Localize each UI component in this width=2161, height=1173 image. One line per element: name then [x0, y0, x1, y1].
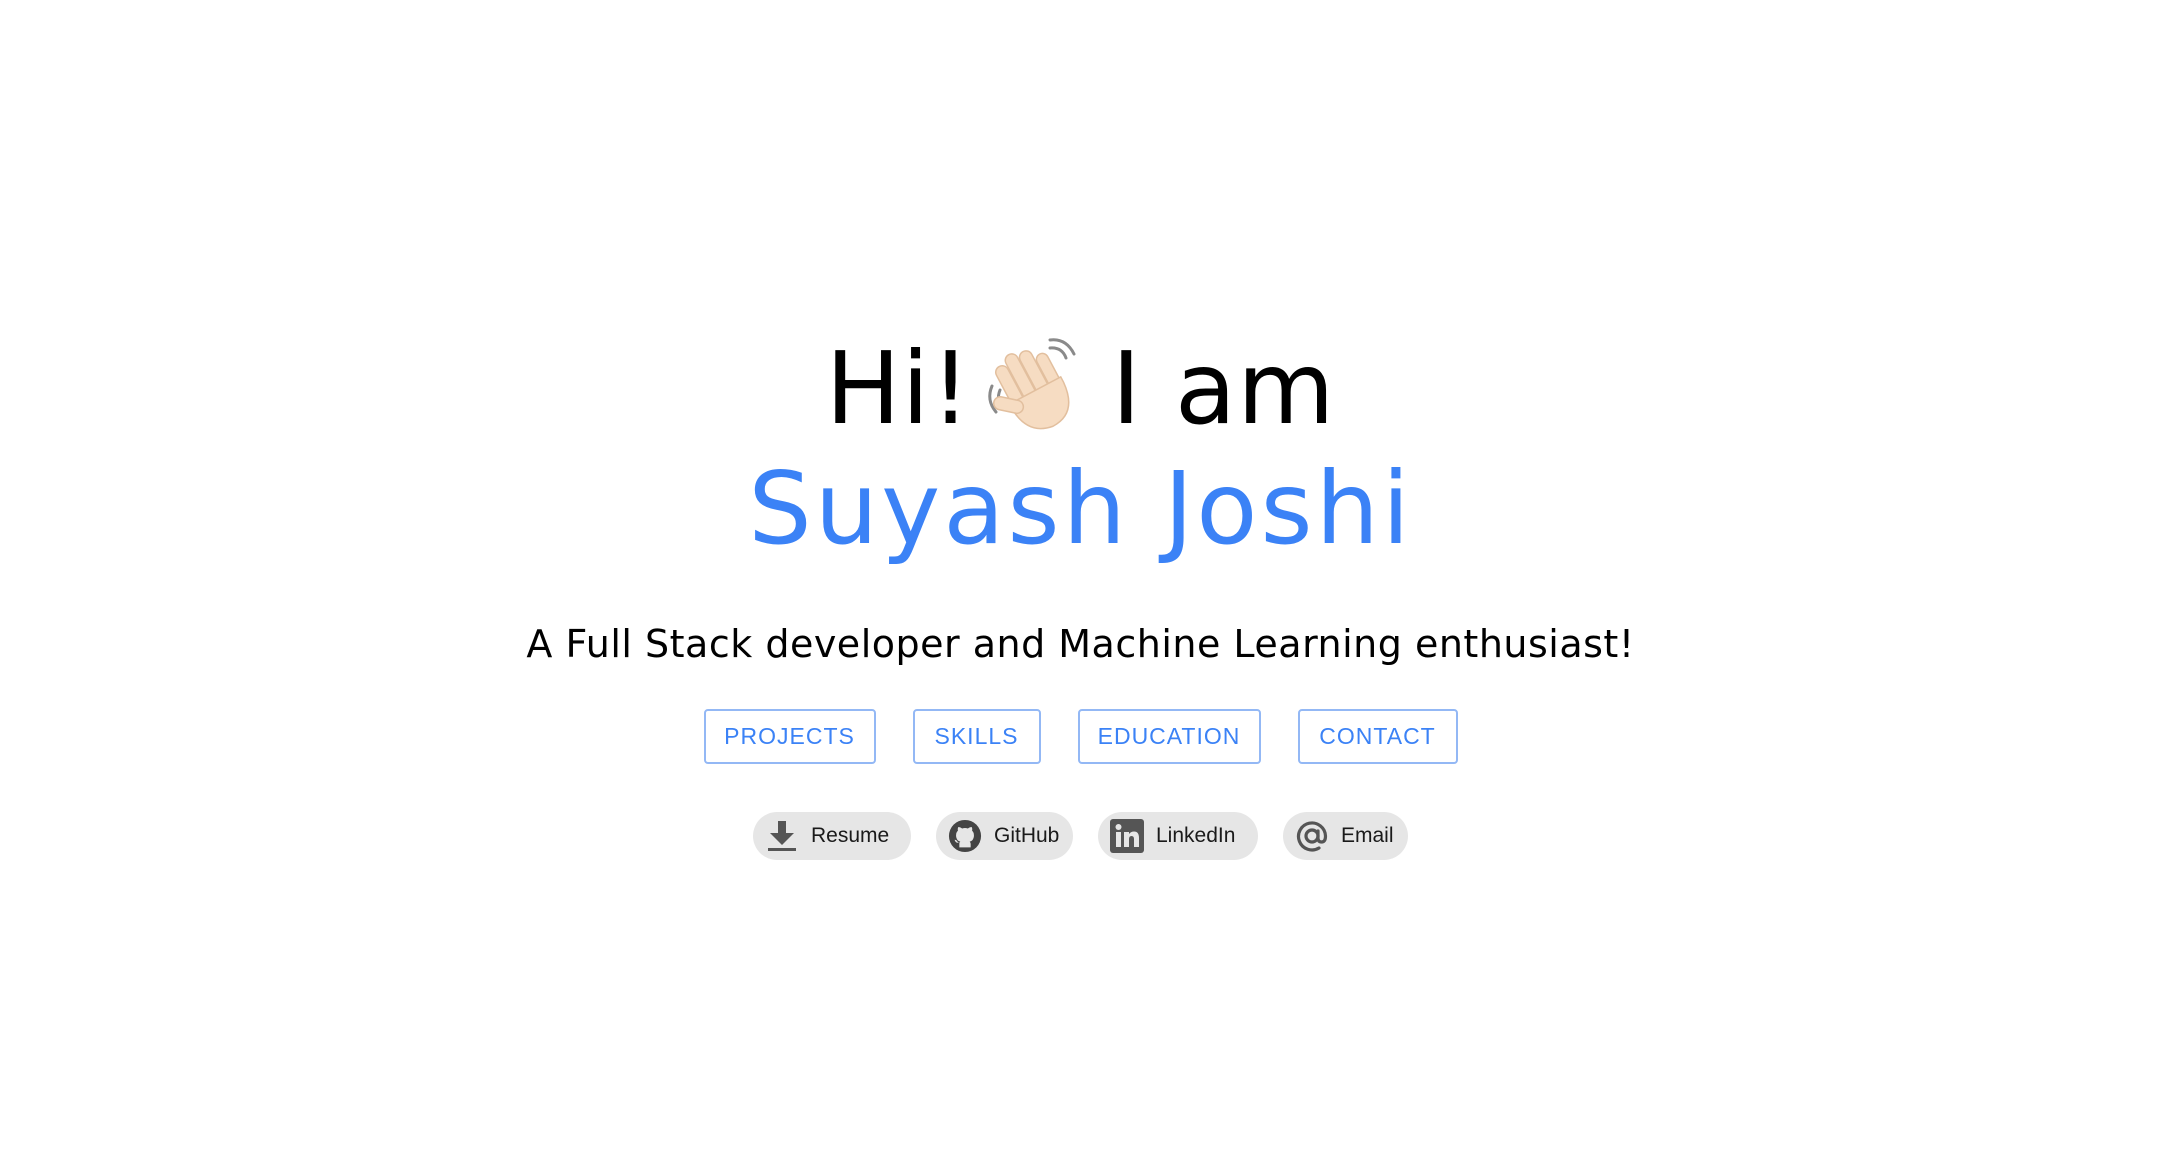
projects-button[interactable]: PROJECTS	[703, 709, 876, 764]
email-label: Email	[1341, 824, 1394, 847]
github-link[interactable]: GitHub	[936, 812, 1073, 860]
social-links: Resume GitHub LinkedIn Email	[753, 812, 1408, 860]
hero-tagline: A Full Stack developer and Machine Learn…	[526, 622, 1635, 666]
linkedin-label: LinkedIn	[1156, 824, 1236, 847]
github-icon	[948, 819, 982, 853]
hero-name: Suyash Joshi	[748, 450, 1413, 567]
at-sign-icon	[1295, 819, 1329, 853]
email-link[interactable]: Email	[1283, 812, 1408, 860]
waving-hand-icon	[980, 334, 1090, 444]
resume-label: Resume	[811, 824, 890, 847]
linkedin-link[interactable]: LinkedIn	[1098, 812, 1258, 860]
education-button[interactable]: EDUCATION	[1077, 709, 1261, 764]
greeting-heading: Hi! I am	[825, 330, 1335, 448]
greeting-rest: I am	[1111, 330, 1336, 447]
github-label: GitHub	[994, 824, 1060, 847]
section-nav: PROJECTS SKILLS EDUCATION CONTACT	[703, 709, 1458, 764]
page: Hi! I am Suyash Joshi A Full Stack devel…	[0, 0, 2161, 1173]
linkedin-icon	[1110, 819, 1144, 853]
download-icon	[765, 819, 799, 853]
hero-section: Hi! I am Suyash Joshi A Full Stack devel…	[0, 330, 2161, 860]
contact-button[interactable]: CONTACT	[1297, 709, 1458, 764]
resume-link[interactable]: Resume	[753, 812, 911, 860]
greeting-hi: Hi!	[825, 330, 972, 447]
skills-button[interactable]: SKILLS	[912, 709, 1041, 764]
